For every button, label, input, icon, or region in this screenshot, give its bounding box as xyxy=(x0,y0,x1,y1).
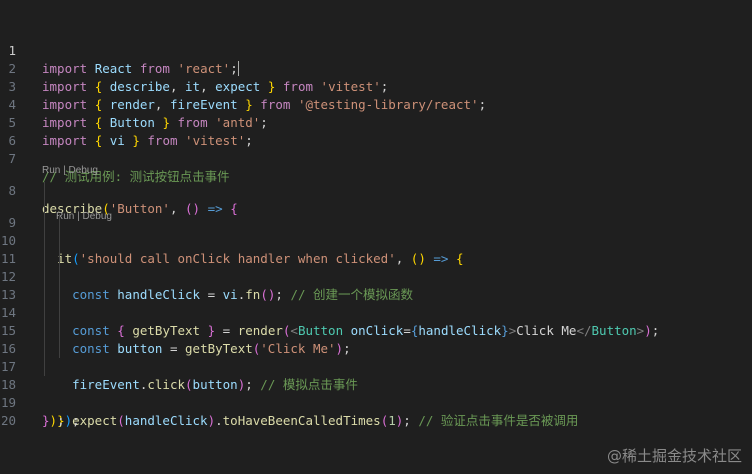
indent-guide xyxy=(44,214,45,232)
indent-guide xyxy=(59,250,60,268)
indent-guide xyxy=(44,250,45,268)
code-line-7[interactable]: 7 // 测试用例: 测试按钮点击事件 xyxy=(0,132,752,184)
code-editor[interactable]: 1 import React from 'react'; 2 import { … xyxy=(0,0,752,474)
code-line-2[interactable]: 2 import { describe, it, expect } from '… xyxy=(0,42,752,94)
line-text: expect(handleClick).toHaveBeenCalledTime… xyxy=(42,412,578,430)
indent-guide xyxy=(44,340,45,358)
code-line-17[interactable]: 17 expect(handleClick).toHaveBeenCalledT… xyxy=(0,340,752,428)
code-line-6[interactable]: 6 xyxy=(0,114,752,148)
code-line-8[interactable]: 8 describe('Button', () => { xyxy=(0,164,752,216)
indent-guide xyxy=(44,232,45,250)
bracket: ) xyxy=(64,413,73,428)
bracket: ) xyxy=(207,413,216,428)
code-area[interactable]: 1 import React from 'react'; 2 import { … xyxy=(0,24,752,428)
code-line-19[interactable]: 19 }); xyxy=(0,376,752,428)
punct: ; xyxy=(72,413,80,428)
line-number: 20 xyxy=(0,413,16,428)
indent-guide xyxy=(59,286,60,304)
code-lens-it: Run | Debug xyxy=(0,182,752,222)
number: 1 xyxy=(388,413,396,428)
code-line-3[interactable]: 3 import { render, fireEvent } from '@te… xyxy=(0,60,752,112)
indent-guide xyxy=(44,286,45,304)
code-line-13[interactable]: 13 const button = getByText('Click Me'); xyxy=(0,268,752,356)
code-line-15[interactable]: 15 fireEvent.click(button); // 模拟点击事件 xyxy=(0,304,752,392)
identifier: handleClick xyxy=(124,413,208,428)
indent-guide xyxy=(44,196,45,214)
comment: // 验证点击事件是否被调用 xyxy=(418,413,579,428)
code-line-5[interactable]: 5 import { vi } from 'vitest'; xyxy=(0,96,752,148)
punct: ; xyxy=(403,413,419,428)
indent-guide xyxy=(59,322,60,340)
code-line-12[interactable]: 12 const { getByText } = render(<Button … xyxy=(0,250,752,338)
bracket: ( xyxy=(117,413,125,428)
code-line-16[interactable]: 16 xyxy=(0,322,752,356)
indent-guide xyxy=(44,304,45,322)
indent-guide xyxy=(59,214,60,232)
code-line-18[interactable]: 18 }); xyxy=(0,358,752,428)
code-line-14[interactable]: 14 xyxy=(0,286,752,320)
indent-guide xyxy=(59,340,60,358)
code-line-9[interactable]: 9 it('should call onClick handler when c… xyxy=(0,196,752,266)
code-line-1[interactable]: 1 import React from 'react'; xyxy=(0,24,752,76)
indent-guide xyxy=(44,322,45,340)
code-line-11[interactable]: 11 xyxy=(0,232,752,266)
line-text: }); xyxy=(42,412,65,430)
indent-guide xyxy=(44,358,45,376)
indent-guide xyxy=(59,268,60,286)
indent-guide xyxy=(59,232,60,250)
indent-guide xyxy=(59,304,60,322)
code-line-4[interactable]: 4 import { Button } from 'antd'; xyxy=(0,78,752,130)
code-line-20[interactable]: 20 xyxy=(0,394,752,428)
punct: ; xyxy=(57,413,65,428)
code-lens-describe: Run | Debug xyxy=(0,150,752,176)
code-line-10[interactable]: 10 const handleClick = vi.fn(); // 创建一个模… xyxy=(0,214,752,302)
bracket: ) xyxy=(49,413,58,428)
indent-guide xyxy=(44,182,45,196)
indent-guide xyxy=(44,268,45,286)
function-name: toHaveBeenCalledTimes xyxy=(222,413,381,428)
watermark: @稀土掘金技术社区 xyxy=(606,447,742,465)
punct: . xyxy=(215,413,223,428)
